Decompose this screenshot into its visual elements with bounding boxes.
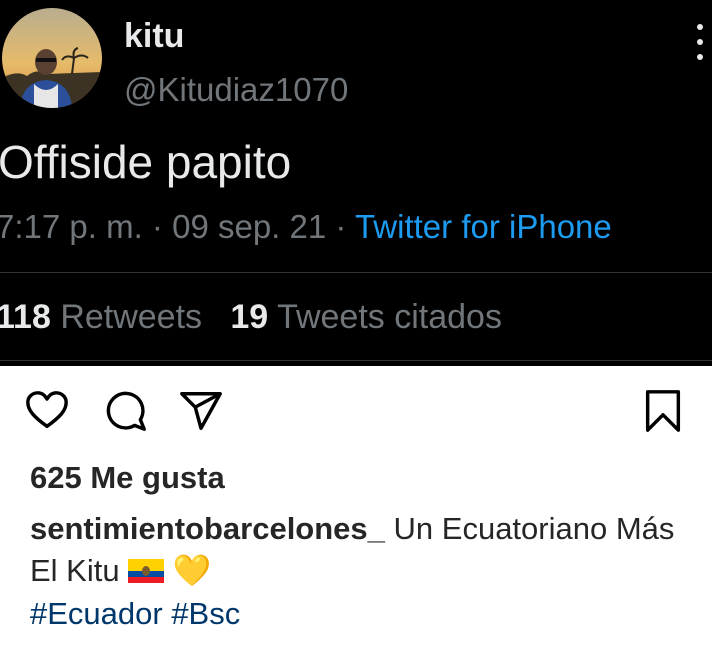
meta-separator: · <box>151 208 163 245</box>
quotes-count: 19 <box>230 298 269 336</box>
display-name[interactable]: kitu <box>124 14 184 58</box>
tweet-screenshot: kitu @Kitudiaz1070 Offiside papito 7:17 … <box>0 0 712 366</box>
share-icon[interactable] <box>178 388 224 434</box>
caption-emoji: 💛 <box>172 553 212 588</box>
quotes-label: Tweets citados <box>277 298 502 336</box>
likes-count[interactable]: 625 Me gusta <box>30 456 225 500</box>
quotes-stat[interactable]: 19 Tweets citados <box>230 298 502 336</box>
retweets-label: Retweets <box>60 298 203 336</box>
avatar[interactable] <box>2 8 102 108</box>
tweet-stats: 118 Retweets 19 Tweets citados <box>0 294 502 340</box>
heart-icon[interactable] <box>24 388 70 434</box>
more-options-icon[interactable] <box>690 24 710 60</box>
tweet-date: 09 sep. 21 <box>172 208 327 245</box>
comment-icon[interactable] <box>103 388 149 434</box>
retweets-count: 118 <box>0 298 51 336</box>
retweets-stat[interactable]: 118 Retweets <box>0 298 202 336</box>
meta-separator: · <box>335 208 347 245</box>
divider <box>0 272 712 273</box>
user-handle[interactable]: @Kitudiaz1070 <box>124 68 348 112</box>
post-caption: sentimientobarcelones_ Un Ecuatoriano Má… <box>30 508 710 592</box>
tweet-time: 7:17 p. m. <box>0 208 143 245</box>
divider <box>0 360 712 361</box>
bookmark-icon[interactable] <box>640 388 686 434</box>
caption-username[interactable]: sentimientobarcelones_ <box>30 511 385 546</box>
tweet-text: Offiside papito <box>0 136 292 188</box>
post-hashtags[interactable]: #Ecuador #Bsc <box>30 592 240 636</box>
tweet-meta: 7:17 p. m. · 09 sep. 21 · Twitter for iP… <box>0 204 612 250</box>
ecuador-flag-icon <box>128 559 165 583</box>
tweet-source-link[interactable]: Twitter for iPhone <box>355 208 612 245</box>
